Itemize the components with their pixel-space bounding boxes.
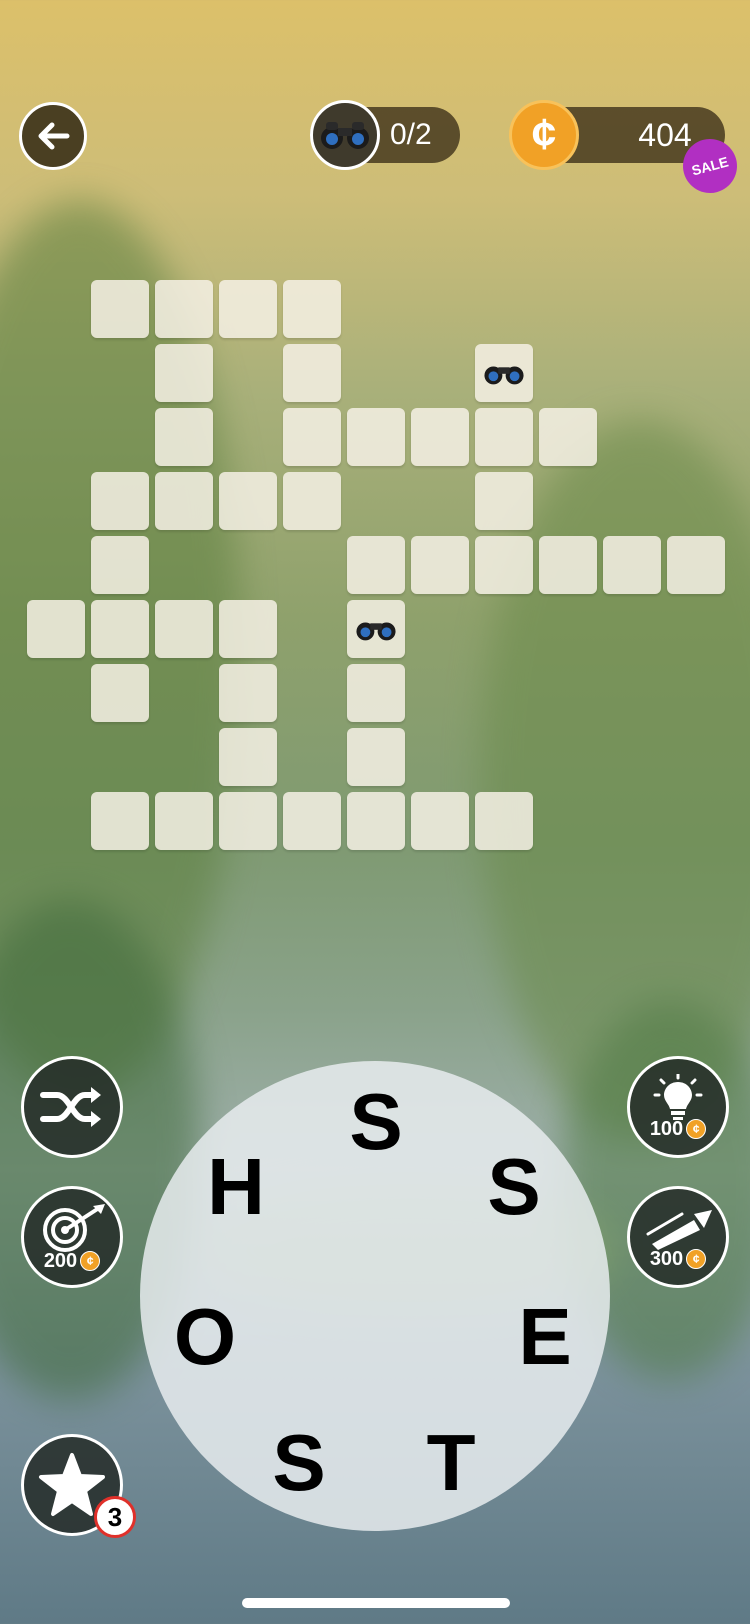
- coin-icon: ¢: [686, 1119, 707, 1139]
- bonus-cell: [347, 600, 405, 658]
- crossword-cell: [475, 472, 533, 530]
- crossword-cell: [219, 728, 277, 786]
- crossword-cell: [283, 344, 341, 402]
- crossword-cell: [155, 344, 213, 402]
- arrow-left-icon: [38, 122, 70, 150]
- crossword-cell: [155, 600, 213, 658]
- crossword-cell: [475, 408, 533, 466]
- bonus-words-count: 0/2: [390, 118, 432, 151]
- crossword-cell: [91, 600, 149, 658]
- crossword-cell: [155, 280, 213, 338]
- crossword-cell: [155, 792, 213, 850]
- hint-cost: 100 ¢: [650, 1118, 707, 1141]
- binoculars-icon: [484, 366, 524, 385]
- crossword-cell: [91, 280, 149, 338]
- wheel-letter[interactable]: H: [191, 1142, 281, 1232]
- target-cost: 200 ¢: [44, 1250, 101, 1273]
- crossword-cell: [347, 408, 405, 466]
- coin-icon: ¢: [80, 1251, 101, 1271]
- rocket-icon: [646, 1209, 712, 1250]
- wheel-letter[interactable]: O: [160, 1292, 250, 1382]
- target-arrow-icon: [43, 1203, 105, 1252]
- binoculars-icon: [356, 622, 396, 641]
- rocket-button[interactable]: 300 ¢: [627, 1186, 729, 1288]
- rocket-cost: 300 ¢: [650, 1248, 707, 1271]
- coin-balance: 404: [638, 116, 692, 153]
- crossword-cell: [283, 472, 341, 530]
- crossword-cell: [91, 792, 149, 850]
- crossword-cell: [155, 472, 213, 530]
- crossword-cell: [219, 472, 277, 530]
- crossword-cell: [411, 536, 469, 594]
- wheel-letter[interactable]: S: [469, 1142, 559, 1232]
- hint-button[interactable]: 100 ¢: [627, 1056, 729, 1158]
- crossword-cell: [219, 280, 277, 338]
- back-button[interactable]: [19, 102, 87, 170]
- crossword-cell: [475, 792, 533, 850]
- crossword-cell: [347, 536, 405, 594]
- crossword-cell: [219, 664, 277, 722]
- crossword-cell: [91, 536, 149, 594]
- crossword-cell: [27, 600, 85, 658]
- crossword-cell: [347, 728, 405, 786]
- bonus-cell: [475, 344, 533, 402]
- crossword-cell: [667, 536, 725, 594]
- coin-icon: ¢: [686, 1249, 707, 1269]
- shuffle-button[interactable]: [21, 1056, 123, 1158]
- crossword-cell: [347, 792, 405, 850]
- wheel-letter[interactable]: E: [500, 1292, 590, 1382]
- target-button[interactable]: 200 ¢: [21, 1186, 123, 1288]
- binoculars-icon: [321, 122, 369, 149]
- home-indicator[interactable]: [242, 1598, 510, 1608]
- crossword-cell: [155, 408, 213, 466]
- crossword-cell: [91, 472, 149, 530]
- crossword-cell: [283, 792, 341, 850]
- wheel-letter[interactable]: S: [254, 1418, 344, 1508]
- crossword-cell: [603, 536, 661, 594]
- crossword-cell: [283, 280, 341, 338]
- crossword-cell: [219, 792, 277, 850]
- bonus-words-button[interactable]: [310, 100, 380, 170]
- crossword-cell: [539, 408, 597, 466]
- crossword-cell: [411, 408, 469, 466]
- crossword-cell: [475, 536, 533, 594]
- crossword-cell: [411, 792, 469, 850]
- crossword-cell: [91, 664, 149, 722]
- crossword-cell: [219, 600, 277, 658]
- crossword-cell: [347, 664, 405, 722]
- star-count-badge: 3: [94, 1496, 136, 1538]
- crossword-cell: [539, 536, 597, 594]
- coin-icon: ¢: [509, 100, 579, 170]
- wheel-letter[interactable]: S: [331, 1077, 421, 1167]
- wheel-letter[interactable]: T: [406, 1418, 496, 1508]
- shuffle-icon: [40, 1087, 101, 1127]
- crossword-cell: [283, 408, 341, 466]
- lightbulb-icon: [653, 1073, 703, 1120]
